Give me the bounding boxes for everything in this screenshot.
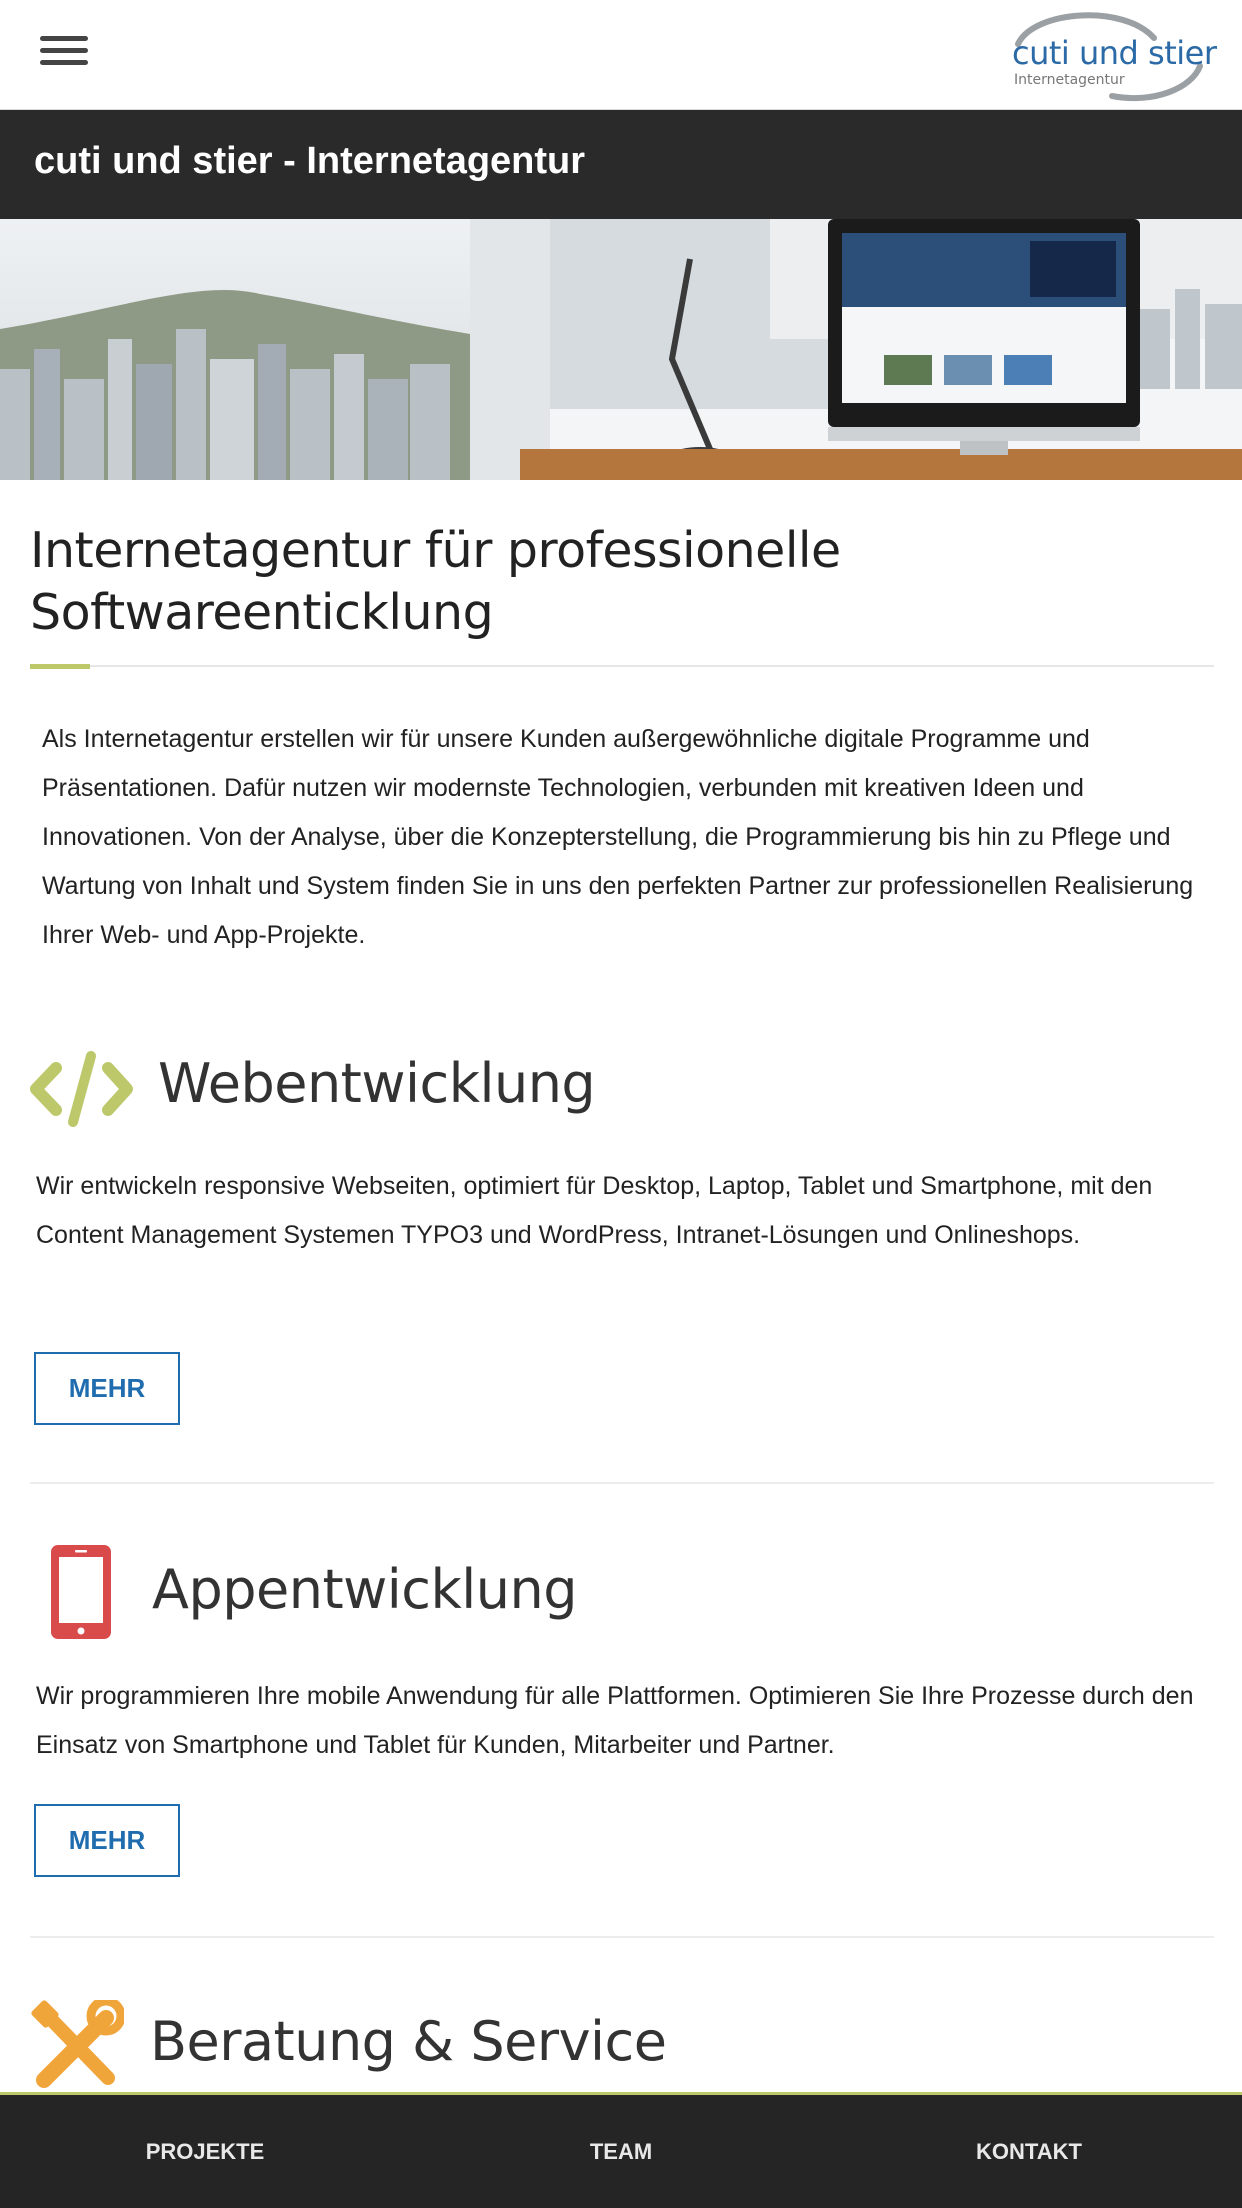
mehr-button-appentwicklung[interactable]: MEHR <box>34 1804 180 1877</box>
heading-accent-bar <box>30 664 90 669</box>
hero-image <box>0 219 1242 480</box>
section-title-appentwicklung: Appentwicklung <box>152 1558 577 1621</box>
code-icon <box>30 1051 133 1127</box>
nav-item-projekte[interactable]: PROJEKTE <box>60 2095 350 2208</box>
intro-text: Als Internetagentur erstellen wir für un… <box>42 725 1194 949</box>
intro-heading-line2: Softwareenticklung <box>30 584 494 641</box>
section-divider <box>30 1936 1214 1938</box>
company-logo[interactable]: cuti und stier Internetagentur <box>1004 8 1217 102</box>
section-divider <box>30 1482 1214 1484</box>
bottom-navigation: PROJEKTE TEAM KONTAKT <box>0 2092 1242 2208</box>
heading-divider <box>30 665 1214 667</box>
hamburger-menu-icon[interactable] <box>40 36 88 72</box>
smartphone-icon <box>51 1545 111 1639</box>
logo-text: cuti und stier <box>1012 34 1217 72</box>
nav-item-team[interactable]: TEAM <box>476 2095 766 2208</box>
intro-heading-line1: Internetagentur für professionelle <box>30 522 841 579</box>
hero-illustration <box>0 219 1242 480</box>
top-header: cuti und stier Internetagentur <box>0 0 1242 110</box>
section-title-beratung: Beratung & Service <box>150 2010 667 2073</box>
page-title: cuti und stier - Internetagentur <box>34 140 586 182</box>
mehr-button-webentwicklung[interactable]: MEHR <box>34 1352 180 1425</box>
section-title-webentwicklung: Webentwicklung <box>158 1052 596 1115</box>
section-text-appentwicklung: Wir programmieren Ihre mobile Anwendung … <box>36 1682 1194 1759</box>
logo-subtitle: Internetagentur <box>1014 72 1125 88</box>
page-title-bar: cuti und stier - Internetagentur <box>0 110 1242 219</box>
intro-heading: Internetagentur für professionelle Softw… <box>30 520 1210 644</box>
nav-item-kontakt[interactable]: KONTAKT <box>884 2095 1174 2208</box>
tools-icon <box>31 2000 124 2088</box>
section-text-webentwicklung: Wir entwickeln responsive Webseiten, opt… <box>36 1172 1153 1249</box>
